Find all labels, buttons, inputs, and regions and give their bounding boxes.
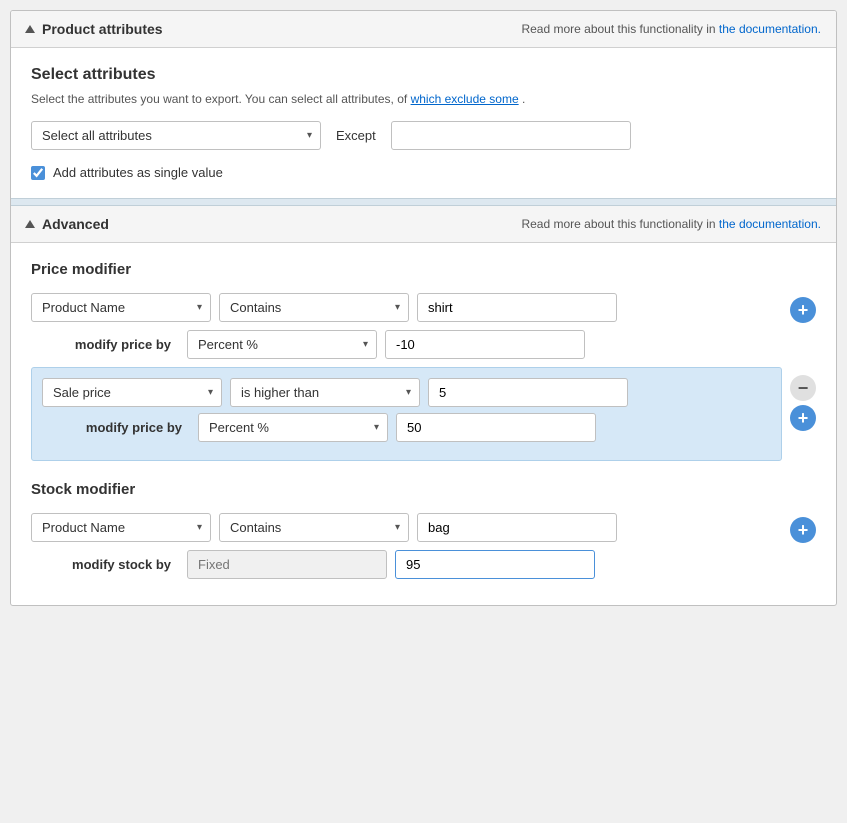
collapse-icon[interactable] [25, 25, 35, 33]
product-attributes-title: Product attributes [42, 21, 163, 37]
stock-modifier-title: Stock modifier [31, 481, 816, 498]
price-row2-field1-dropdown[interactable]: Product Name Sale price Regular price SK… [43, 379, 167, 406]
price-row1-field2-wrapper: Contains Is Is not is higher than is low… [219, 293, 409, 322]
select-attributes-desc-link[interactable]: which exclude some [411, 92, 519, 106]
stock-row1-field1-wrapper: Product Name Sale price Regular price SK… [31, 513, 211, 542]
price-row2-field2-wrapper: Contains Is Is not is higher than is low… [230, 378, 420, 407]
single-value-label: Add attributes as single value [53, 165, 223, 180]
product-attributes-header-left: Product attributes [26, 21, 163, 37]
price-modify-row1-field1-arrow-icon: ▾ [363, 339, 368, 350]
stock-modify-row1-field1-input [187, 550, 387, 579]
advanced-header-left: Advanced [26, 216, 109, 232]
price-row1-field1-dropdown[interactable]: Product Name Sale price Regular price SK… [32, 294, 156, 321]
advanced-header: Advanced Read more about this functional… [11, 206, 836, 243]
price-modify-row1-label: modify price by [61, 337, 171, 352]
price-row1-add-button[interactable]: + [790, 297, 816, 323]
select-attributes-title: Select attributes [31, 66, 816, 84]
stock-modify-row1: modify stock by [31, 550, 782, 579]
select-attributes-description: Select the attributes you want to export… [31, 92, 816, 106]
price-modify-row2-field1-dropdown[interactable]: Percent % Fixed [199, 414, 299, 441]
price-row2-field2-dropdown[interactable]: Contains Is Is not is higher than is low… [231, 379, 350, 406]
stock-modify-row1-field2-input[interactable] [395, 550, 595, 579]
single-value-checkbox-row: Add attributes as single value [31, 165, 816, 180]
price-row2-actions: − + [790, 367, 816, 431]
price-row1-field3-input[interactable] [417, 293, 617, 322]
advanced-body: Price modifier Product Name Sale price R… [11, 243, 836, 605]
stock-row1-add-button[interactable]: + [790, 517, 816, 543]
price-row2-field3-input[interactable] [428, 378, 628, 407]
except-input[interactable] [391, 121, 631, 150]
advanced-collapse-icon[interactable] [25, 220, 35, 228]
price-row2-field1-wrapper: Product Name Sale price Regular price SK… [42, 378, 222, 407]
price-modify-row2-field1-arrow-icon: ▾ [374, 422, 379, 433]
single-value-checkbox[interactable] [31, 166, 45, 180]
product-attributes-body: Select attributes Select the attributes … [11, 48, 836, 198]
advanced-title: Advanced [42, 216, 109, 232]
stock-row1-actions: + [790, 513, 816, 543]
price-modifier-row1-content: Product Name Sale price Regular price SK… [31, 293, 782, 367]
price-modify-row2-field1-wrapper: Percent % Fixed ▾ [198, 413, 388, 442]
attributes-select-row: Select all attributes Select specific at… [31, 121, 816, 150]
advanced-doc-link[interactable]: the documentation. [719, 217, 821, 231]
product-attributes-doc-link[interactable]: the documentation. [719, 22, 821, 36]
price-modifier-row1: Product Name Sale price Regular price SK… [31, 293, 782, 322]
main-container: Product attributes Read more about this … [10, 10, 837, 606]
price-row1-field2-dropdown[interactable]: Contains Is Is not is higher than is low… [220, 294, 339, 321]
price-modifier-row1-container: Product Name Sale price Regular price SK… [31, 293, 816, 367]
price-row2-remove-button[interactable]: − [790, 375, 816, 401]
stock-row1-field2-dropdown[interactable]: Contains Is Is not is higher than is low… [220, 514, 339, 541]
product-attributes-header: Product attributes Read more about this … [11, 11, 836, 48]
stock-modifier-row1: Product Name Sale price Regular price SK… [31, 513, 782, 542]
price-modify-row1-field1-dropdown[interactable]: Percent % Fixed [188, 331, 288, 358]
stock-row1-field2-arrow-icon: ▾ [395, 522, 400, 533]
stock-row1-field2-wrapper: Contains Is Is not is higher than is low… [219, 513, 409, 542]
price-modify-row2-label: modify price by [72, 420, 182, 435]
except-label: Except [336, 128, 376, 143]
price-row1-actions: + [790, 293, 816, 323]
price-row1-field2-arrow-icon: ▾ [395, 302, 400, 313]
price-row1-field1-wrapper: Product Name Sale price Regular price SK… [31, 293, 211, 322]
price-modifier-row2-container: Product Name Sale price Regular price SK… [31, 367, 816, 471]
price-modify-row1: modify price by Percent % Fixed ▾ [31, 330, 782, 359]
advanced-header-right: Read more about this functionality in th… [521, 217, 821, 231]
select-all-attributes-wrapper: Select all attributes Select specific at… [31, 121, 321, 150]
price-row2-field2-arrow-icon: ▾ [406, 387, 411, 398]
price-modify-row2-field2-input[interactable] [396, 413, 596, 442]
stock-row1-field3-input[interactable] [417, 513, 617, 542]
stock-modifier-row1-content: Product Name Sale price Regular price SK… [31, 513, 782, 587]
price-modify-row1-field1-wrapper: Percent % Fixed ▾ [187, 330, 377, 359]
stock-modify-row1-label: modify stock by [61, 557, 171, 572]
section-divider [11, 198, 836, 206]
price-row2-add-button[interactable]: + [790, 405, 816, 431]
product-attributes-header-right: Read more about this functionality in th… [521, 22, 821, 36]
price-modifier-title: Price modifier [31, 261, 816, 278]
stock-modifier-section: Stock modifier Product Name Sale price R… [31, 481, 816, 587]
stock-row1-field1-arrow-icon: ▾ [197, 522, 202, 533]
select-all-attributes-dropdown[interactable]: Select all attributes Select specific at… [32, 122, 213, 149]
stock-modifier-row1-container: Product Name Sale price Regular price SK… [31, 513, 816, 587]
select-all-attributes-arrow-icon: ▾ [307, 130, 312, 141]
price-modifier-row2-highlighted: Product Name Sale price Regular price SK… [31, 367, 782, 461]
price-modify-row1-field2-input[interactable] [385, 330, 585, 359]
price-row1-field1-arrow-icon: ▾ [197, 302, 202, 313]
price-row2-field1-arrow-icon: ▾ [208, 387, 213, 398]
price-modifier-row2-content: Product Name Sale price Regular price SK… [31, 367, 782, 471]
price-modify-row2: modify price by Percent % Fixed ▾ [42, 413, 771, 442]
stock-row1-field1-dropdown[interactable]: Product Name Sale price Regular price SK… [32, 514, 156, 541]
price-modifier-row2: Product Name Sale price Regular price SK… [42, 378, 771, 407]
